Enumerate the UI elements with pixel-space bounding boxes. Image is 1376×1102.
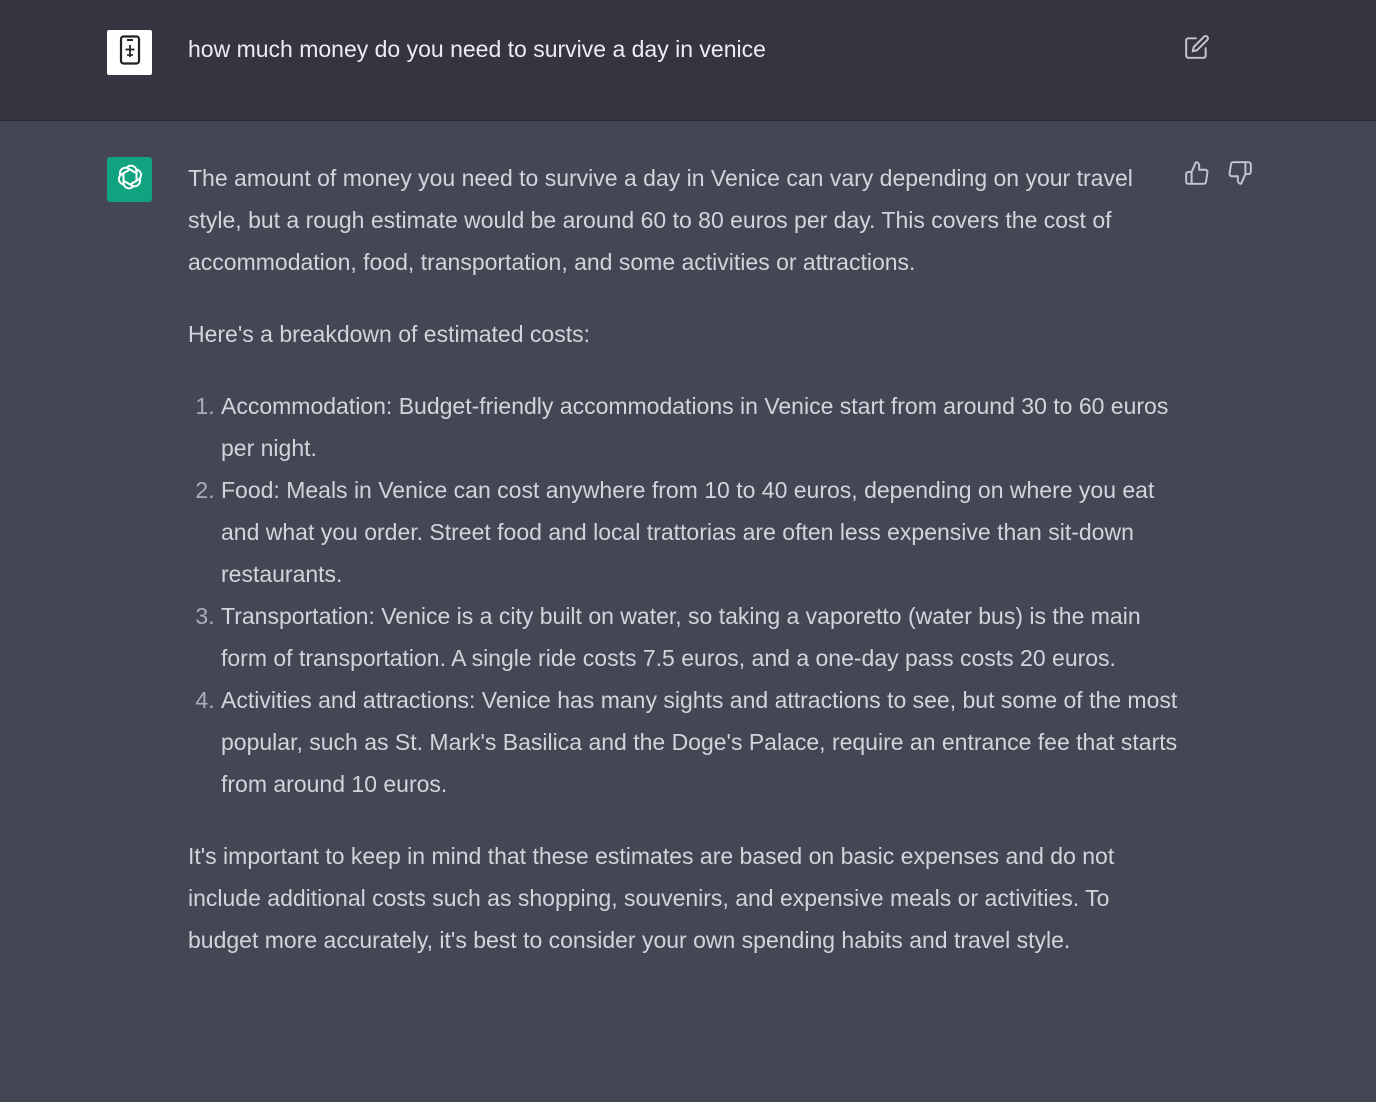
openai-logo-icon: [114, 161, 146, 198]
phone-icon: [118, 35, 142, 70]
list-item: Food: Meals in Venice can cost anywhere …: [221, 469, 1178, 595]
breakdown-heading: Here's a breakdown of estimated costs:: [188, 321, 590, 347]
edit-icon: [1184, 34, 1210, 65]
thumbs-down-button[interactable]: [1226, 160, 1254, 191]
thumbs-down-icon: [1227, 160, 1253, 191]
list-item: Accommodation: Budget-friendly accommoda…: [221, 385, 1178, 469]
assistant-response: The amount of money you need to survive …: [188, 157, 1178, 991]
user-avatar: [107, 30, 152, 75]
edit-message-button[interactable]: [1183, 34, 1211, 65]
thumbs-up-icon: [1184, 160, 1210, 191]
list-item: Activities and attractions: Venice has m…: [221, 679, 1178, 805]
cost-breakdown-list: Accommodation: Budget-friendly accommoda…: [188, 385, 1178, 805]
assistant-message-row: The amount of money you need to survive …: [0, 121, 1376, 1102]
thumbs-up-button[interactable]: [1183, 160, 1211, 191]
response-conclusion: It's important to keep in mind that thes…: [188, 843, 1115, 953]
user-message-row: how much money do you need to survive a …: [0, 0, 1376, 121]
list-item: Transportation: Venice is a city built o…: [221, 595, 1178, 679]
assistant-avatar: [107, 157, 152, 202]
user-prompt-text: how much money do you need to survive a …: [188, 36, 766, 62]
response-intro: The amount of money you need to survive …: [188, 165, 1133, 275]
